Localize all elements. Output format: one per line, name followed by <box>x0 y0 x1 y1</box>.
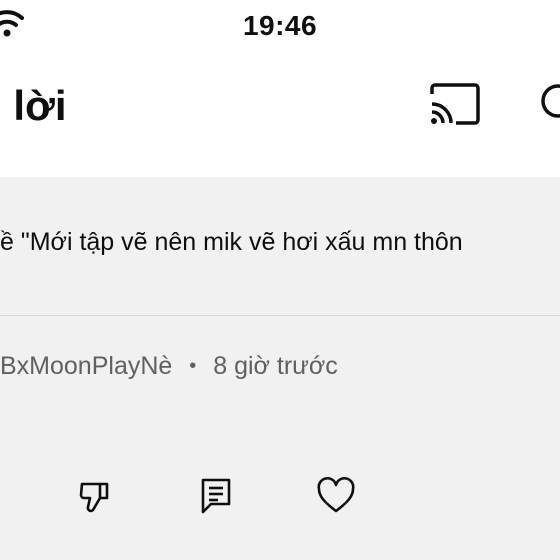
search-icon[interactable] <box>538 82 560 131</box>
heart-icon <box>316 476 356 520</box>
status-bar: 19:46 <box>0 0 560 52</box>
cast-icon[interactable] <box>428 82 482 131</box>
reply-icon <box>198 476 234 521</box>
comment-meta: BxMoonPlayNè • 8 giờ trước <box>0 352 560 381</box>
comment-timestamp: 8 giờ trước <box>213 352 338 380</box>
page-title: i lời <box>0 82 67 129</box>
comment-quote: ề "Mới tập vẽ nên mik vẽ hơi xấu mn thôn <box>0 228 463 256</box>
status-time: 19:46 <box>242 10 318 41</box>
reply-button[interactable] <box>194 476 238 520</box>
like-button[interactable] <box>314 476 358 520</box>
comment-author[interactable]: BxMoonPlayNè <box>0 352 172 380</box>
meta-separator: • <box>189 355 197 377</box>
divider <box>0 315 560 316</box>
dislike-button[interactable] <box>72 476 116 520</box>
dislike-icon <box>76 478 112 519</box>
